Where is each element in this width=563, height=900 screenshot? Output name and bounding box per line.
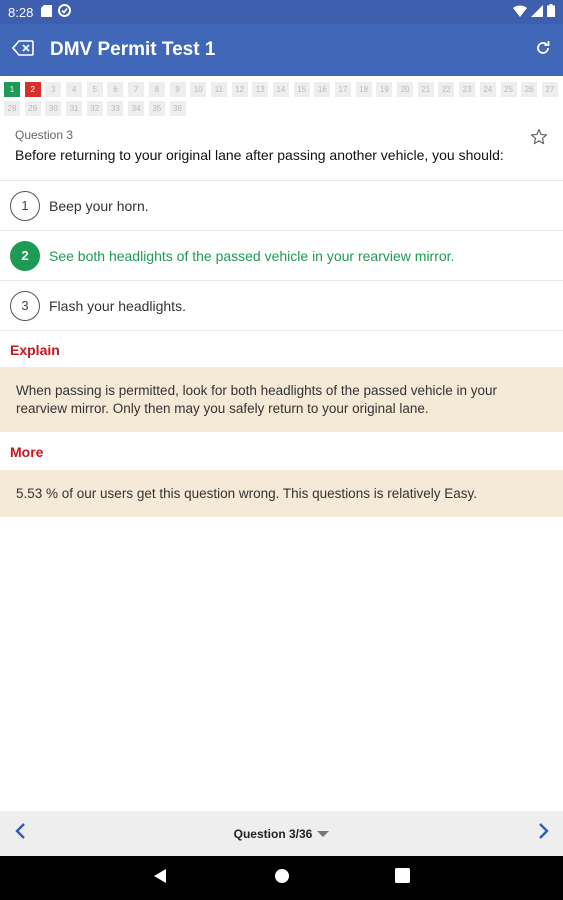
app-title: DMV Permit Test 1 [50, 39, 216, 60]
system-recents-button[interactable] [392, 868, 412, 888]
system-home-button[interactable] [272, 868, 292, 888]
question-number-cell[interactable]: 34 [128, 101, 145, 116]
answer-text: See both headlights of the passed vehicl… [49, 247, 455, 264]
square-recents-icon [394, 868, 410, 888]
question-number-cell[interactable]: 20 [397, 82, 414, 97]
answer-number: 1 [10, 190, 40, 221]
question-number-cell[interactable]: 33 [107, 101, 124, 116]
explain-text: When passing is permitted, look for both… [16, 382, 498, 416]
answer-text: Flash your headlights. [49, 297, 186, 314]
status-time: 8:28 [8, 4, 34, 20]
question-number-cell[interactable]: 18 [355, 82, 372, 97]
sd-card-icon [41, 4, 53, 20]
question-number-cell[interactable]: 19 [376, 82, 393, 97]
system-nav-bar [0, 856, 563, 900]
question-number-cell[interactable]: 11 [210, 82, 227, 97]
question-number-cell[interactable]: 26 [521, 82, 538, 97]
question-selector[interactable]: Question 3/36 [0, 827, 563, 841]
divider [0, 330, 563, 331]
next-question-button[interactable] [532, 811, 556, 856]
wifi-icon [513, 4, 527, 20]
answer-option-2[interactable]: 2 See both headlights of the passed vehi… [0, 231, 563, 280]
answer-number: 3 [10, 290, 40, 321]
question-number-cell[interactable]: 10 [190, 82, 207, 97]
question-number-cell[interactable]: 29 [24, 101, 41, 116]
explain-title: Explain [10, 342, 60, 358]
chevron-right-icon [538, 822, 550, 845]
question-grid: 1 2 3 4 5 6 7 8 9 10 11 12 13 14 15 16 17 18 19 20 21 22 23 24 2… [4, 82, 560, 116]
bookmark-button[interactable] [530, 128, 548, 146]
answer-number: 2 [10, 240, 40, 271]
question-number-cell[interactable]: 16 [314, 82, 331, 97]
question-number-cell[interactable]: 13 [252, 82, 269, 97]
question-number-cell[interactable]: 1 [4, 82, 20, 97]
dropdown-caret-icon [317, 830, 330, 837]
question-number-cell[interactable]: 30 [45, 101, 62, 116]
more-text: 5.53 % of our users get this question wr… [16, 485, 477, 501]
question-number-cell[interactable]: 27 [541, 82, 558, 97]
system-back-button[interactable] [150, 868, 170, 888]
status-bar: 8:28 [0, 0, 563, 24]
refresh-icon [535, 40, 551, 61]
question-number-cell[interactable]: 28 [4, 101, 20, 116]
explain-panel: When passing is permitted, look for both… [0, 367, 563, 432]
more-panel: 5.53 % of our users get this question wr… [0, 470, 563, 517]
answer-option-1[interactable]: 1 Beep your horn. [0, 181, 563, 230]
circle-home-icon [274, 868, 290, 889]
reset-button[interactable] [523, 24, 563, 76]
question-number-cell[interactable]: 21 [417, 82, 434, 97]
sync-icon [58, 4, 72, 20]
more-title: More [10, 444, 44, 460]
question-number-cell[interactable]: 9 [169, 82, 186, 97]
question-number-cell[interactable]: 35 [148, 101, 165, 116]
question-number-cell[interactable]: 22 [438, 82, 455, 97]
question-number-cell[interactable]: 6 [107, 82, 124, 97]
chevron-left-icon [14, 822, 26, 845]
answer-text: Beep your horn. [49, 197, 149, 214]
question-selector-label: Question 3/36 [233, 826, 313, 841]
question-number-cell[interactable]: 5 [86, 82, 103, 97]
question-number-cell[interactable]: 14 [272, 82, 289, 97]
question-header: Question 3 Before returning to your orig… [15, 128, 555, 163]
question-number-cell[interactable]: 32 [86, 101, 103, 116]
backspace-icon [11, 39, 34, 61]
question-number-cell[interactable]: 8 [148, 82, 165, 97]
question-number-cell[interactable]: 23 [459, 82, 476, 97]
question-number-cell[interactable]: 24 [479, 82, 496, 97]
question-number-cell[interactable]: 7 [128, 82, 145, 97]
question-text: Before returning to your original lane a… [15, 147, 504, 163]
triangle-back-icon [152, 868, 168, 889]
question-number-cell[interactable]: 31 [66, 101, 83, 116]
app-bar: DMV Permit Test 1 [0, 24, 563, 76]
question-number-cell[interactable]: 15 [293, 82, 310, 97]
question-number-cell[interactable]: 25 [500, 82, 517, 97]
answer-option-3[interactable]: 3 Flash your headlights. [0, 281, 563, 330]
battery-icon [547, 4, 555, 20]
question-number-cell[interactable]: 3 [45, 82, 62, 97]
star-icon [530, 128, 548, 150]
question-number-cell[interactable]: 2 [24, 82, 41, 97]
question-number-cell[interactable]: 12 [231, 82, 248, 97]
question-label: Question 3 [15, 128, 74, 142]
previous-question-button[interactable] [8, 811, 32, 856]
bottom-bar: Question 3/36 [0, 811, 563, 856]
signal-icon [531, 4, 543, 20]
question-number-cell[interactable]: 4 [66, 82, 83, 97]
question-number-cell[interactable]: 36 [169, 101, 186, 116]
exit-button[interactable] [0, 24, 46, 76]
question-number-cell[interactable]: 17 [335, 82, 351, 97]
